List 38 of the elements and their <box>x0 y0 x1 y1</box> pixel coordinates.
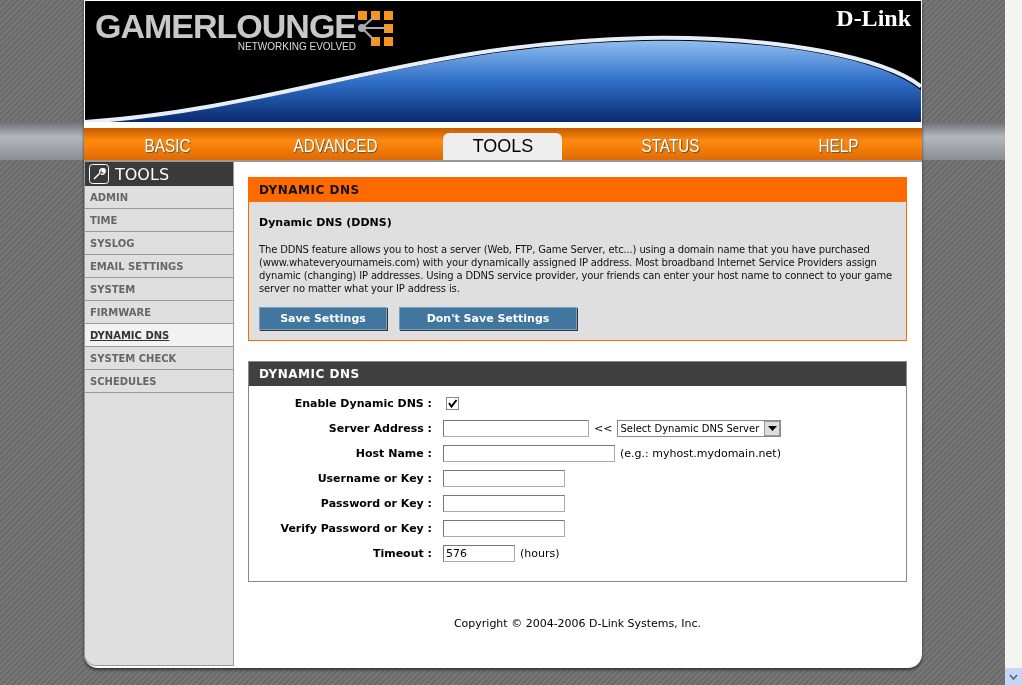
wrench-icon <box>89 164 109 184</box>
sidebar-title: TOOLS <box>115 164 170 184</box>
description-text: The DDNS feature allows you to host a server (Web, FTP, Game Server, etc...) using a domain name that you have purchased (www.whateveryournameis.com) with your dynamically assigned IP address. Most broadband Internet Service Providers assign dynamic (changing) IP addresses. Using a DDNS service provider, your friends can enter your host name to connect to your game server no matter what your IP address is. <box>259 243 894 295</box>
arrow-text: << <box>594 422 613 435</box>
nav-tab[interactable]: ADVANCED <box>284 133 386 160</box>
network-squares-icon <box>358 9 394 49</box>
field-label: Server Address : <box>328 422 432 435</box>
action-button[interactable]: Save Settings <box>259 307 387 330</box>
nav-tab[interactable]: STATUS <box>620 133 722 160</box>
brand-logo: D-Link <box>836 5 911 32</box>
field-label: Timeout : <box>372 547 432 560</box>
input-field[interactable] <box>443 470 565 487</box>
input-field[interactable]: 576 <box>443 545 515 562</box>
field-label: Verify Password or Key : <box>280 522 432 535</box>
unit-text: (hours) <box>520 547 560 560</box>
section-subtitle: Dynamic DNS (DDNS) <box>259 216 393 229</box>
field-label: Enable Dynamic DNS : <box>294 397 432 410</box>
dropdown-arrow-icon <box>767 426 777 431</box>
section-title: DYNAMIC DNS <box>249 362 906 386</box>
nav-tab[interactable]: HELP <box>787 133 889 160</box>
input-field[interactable] <box>443 495 565 512</box>
field-label: Username or Key : <box>317 472 432 485</box>
scrollbar[interactable] <box>1005 0 1022 685</box>
scroll-down-icon[interactable] <box>1009 673 1018 680</box>
field-label: Host Name : <box>355 447 432 460</box>
nav-tab[interactable]: TOOLS <box>443 133 563 160</box>
sidebar-item[interactable]: DYNAMIC DNS <box>85 324 233 347</box>
input-field[interactable] <box>443 445 615 462</box>
nav-tab[interactable]: BASIC <box>117 133 219 160</box>
section-title: DYNAMIC DNS <box>249 178 906 202</box>
action-button[interactable]: Don't Save Settings <box>399 307 577 330</box>
server-dropdown[interactable]: Select Dynamic DNS Server <box>617 420 782 437</box>
input-field[interactable] <box>443 420 589 437</box>
copyright-text: Copyright © 2004-2006 D-Link Systems, Inc. <box>452 617 703 630</box>
hint-text: (e.g.: myhost.mydomain.net) <box>620 447 781 460</box>
input-field[interactable] <box>443 520 565 537</box>
enable-checkbox[interactable] <box>446 397 459 410</box>
field-label: Password or Key : <box>320 497 432 510</box>
